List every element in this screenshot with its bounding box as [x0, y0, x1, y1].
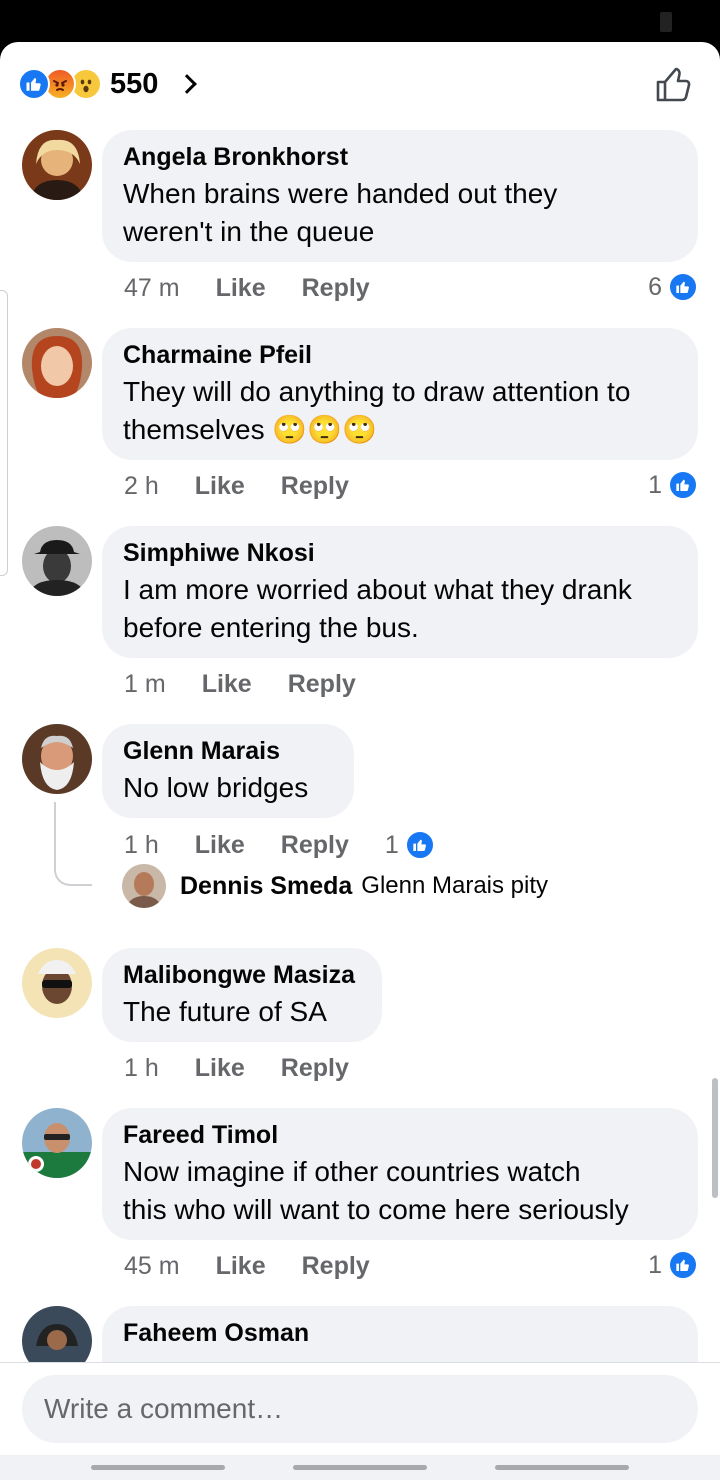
comment-time: 45 m: [124, 1252, 180, 1280]
like-icon: [404, 830, 435, 860]
comment-text: I am more worried about what they drank …: [123, 574, 632, 643]
reply-button[interactable]: Reply: [281, 472, 349, 501]
nav-home-button[interactable]: [293, 1465, 427, 1470]
avatar[interactable]: [22, 724, 92, 794]
reply-button[interactable]: Reply: [281, 831, 349, 860]
comment-text: No low bridges: [123, 772, 309, 803]
reactions-header: 550: [0, 42, 720, 126]
thumbs-up-outline-icon[interactable]: [654, 64, 694, 104]
reply-button[interactable]: Reply: [281, 1054, 349, 1083]
comment-bubble[interactable]: Charmaine Pfeil They will do anything to…: [102, 328, 698, 460]
avatar[interactable]: [22, 328, 92, 398]
like-button[interactable]: Like: [216, 1252, 266, 1281]
comment-bubble[interactable]: Angela Bronkhorst When brains were hande…: [102, 130, 698, 262]
comment-author[interactable]: Fareed Timol: [123, 1120, 678, 1150]
comment-bubble[interactable]: Glenn Marais No low bridges: [102, 724, 354, 818]
comment-actions: 1 h Like Reply: [124, 1054, 385, 1083]
like-button[interactable]: Like: [195, 472, 245, 501]
avatar[interactable]: [22, 526, 92, 596]
status-bar: [0, 0, 720, 44]
comments-sheet: 550 Angela Bronkhorst When brains were h…: [0, 42, 720, 1480]
chevron-right-icon: [177, 74, 198, 94]
nav-back-button[interactable]: [495, 1465, 629, 1470]
comment-bubble[interactable]: Simphiwe Nkosi I am more worried about w…: [102, 526, 698, 658]
comment-bubble[interactable]: Fareed Timol Now imagine if other countr…: [102, 1108, 698, 1240]
like-button[interactable]: Like: [195, 1054, 245, 1083]
comment-input[interactable]: [22, 1375, 698, 1443]
reply-button[interactable]: Reply: [302, 274, 370, 303]
avatar[interactable]: [22, 130, 92, 200]
comment-author[interactable]: Faheem Osman: [123, 1318, 678, 1348]
avatar[interactable]: [22, 1108, 92, 1178]
comment-like-count[interactable]: 1: [648, 1250, 698, 1280]
scrollbar-thumb[interactable]: [712, 1078, 718, 1198]
like-icon: [668, 1250, 698, 1280]
comment-time: 1 h: [124, 830, 159, 859]
avatar[interactable]: [22, 948, 92, 1018]
like-count: 1: [648, 1250, 662, 1279]
like-button[interactable]: Like: [195, 831, 245, 860]
comment-actions: 2 h Like Reply: [124, 472, 385, 501]
comment-author[interactable]: Angela Bronkhorst: [123, 142, 678, 172]
comment-text: Now imagine if other countries watch thi…: [123, 1156, 629, 1225]
like-icon: [668, 272, 698, 302]
comment-text: They will do anything to draw attention …: [123, 376, 631, 445]
system-nav-bar: [0, 1455, 720, 1480]
like-icon: [18, 68, 50, 100]
comment-author[interactable]: Glenn Marais: [123, 736, 334, 766]
reaction-count: 550: [110, 67, 159, 100]
comment-bubble[interactable]: Malibongwe Masiza The future of SA: [102, 948, 382, 1042]
reply-text: Glenn Marais pity: [361, 872, 549, 899]
comment-actions: 45 m Like Reply: [124, 1252, 406, 1281]
comment-actions: 47 m Like Reply: [124, 274, 406, 303]
like-button[interactable]: Like: [216, 274, 266, 303]
comment-composer: [0, 1362, 720, 1480]
comment-author[interactable]: Charmaine Pfeil: [123, 340, 678, 370]
comment-like-count[interactable]: 1: [648, 470, 698, 500]
comment-like-count[interactable]: 6: [648, 272, 698, 302]
comment-time: 1 m: [124, 670, 166, 698]
comment-author[interactable]: Malibongwe Masiza: [123, 960, 362, 990]
like-button[interactable]: Like: [202, 670, 252, 699]
avatar[interactable]: [122, 864, 166, 908]
reactions-summary[interactable]: 550: [18, 64, 198, 104]
like-count: 6: [648, 272, 662, 301]
comment-time: 1 h: [124, 1054, 159, 1082]
comment-actions: 1 m Like Reply: [124, 670, 392, 699]
reply-button[interactable]: Reply: [302, 1252, 370, 1281]
reply-author[interactable]: Dennis Smeda: [180, 872, 352, 901]
comment-time: 47 m: [124, 274, 180, 302]
thread-connector: [54, 802, 92, 886]
comment-text: The future of SA: [123, 996, 327, 1027]
battery-icon: [660, 12, 672, 32]
like-icon: [668, 470, 698, 500]
side-handle: [0, 290, 8, 576]
like-count[interactable]: 1: [385, 831, 399, 860]
comment-author[interactable]: Simphiwe Nkosi: [123, 538, 678, 568]
comment-actions: 1 h Like Reply 1: [124, 830, 435, 860]
nav-recents-button[interactable]: [91, 1465, 225, 1470]
reply-button[interactable]: Reply: [288, 670, 356, 699]
comment-text: When brains were handed out they weren't…: [123, 178, 558, 247]
like-count: 1: [648, 470, 662, 499]
reply-preview[interactable]: Dennis Smeda Glenn Marais pity: [122, 864, 548, 908]
comment-time: 2 h: [124, 472, 159, 500]
